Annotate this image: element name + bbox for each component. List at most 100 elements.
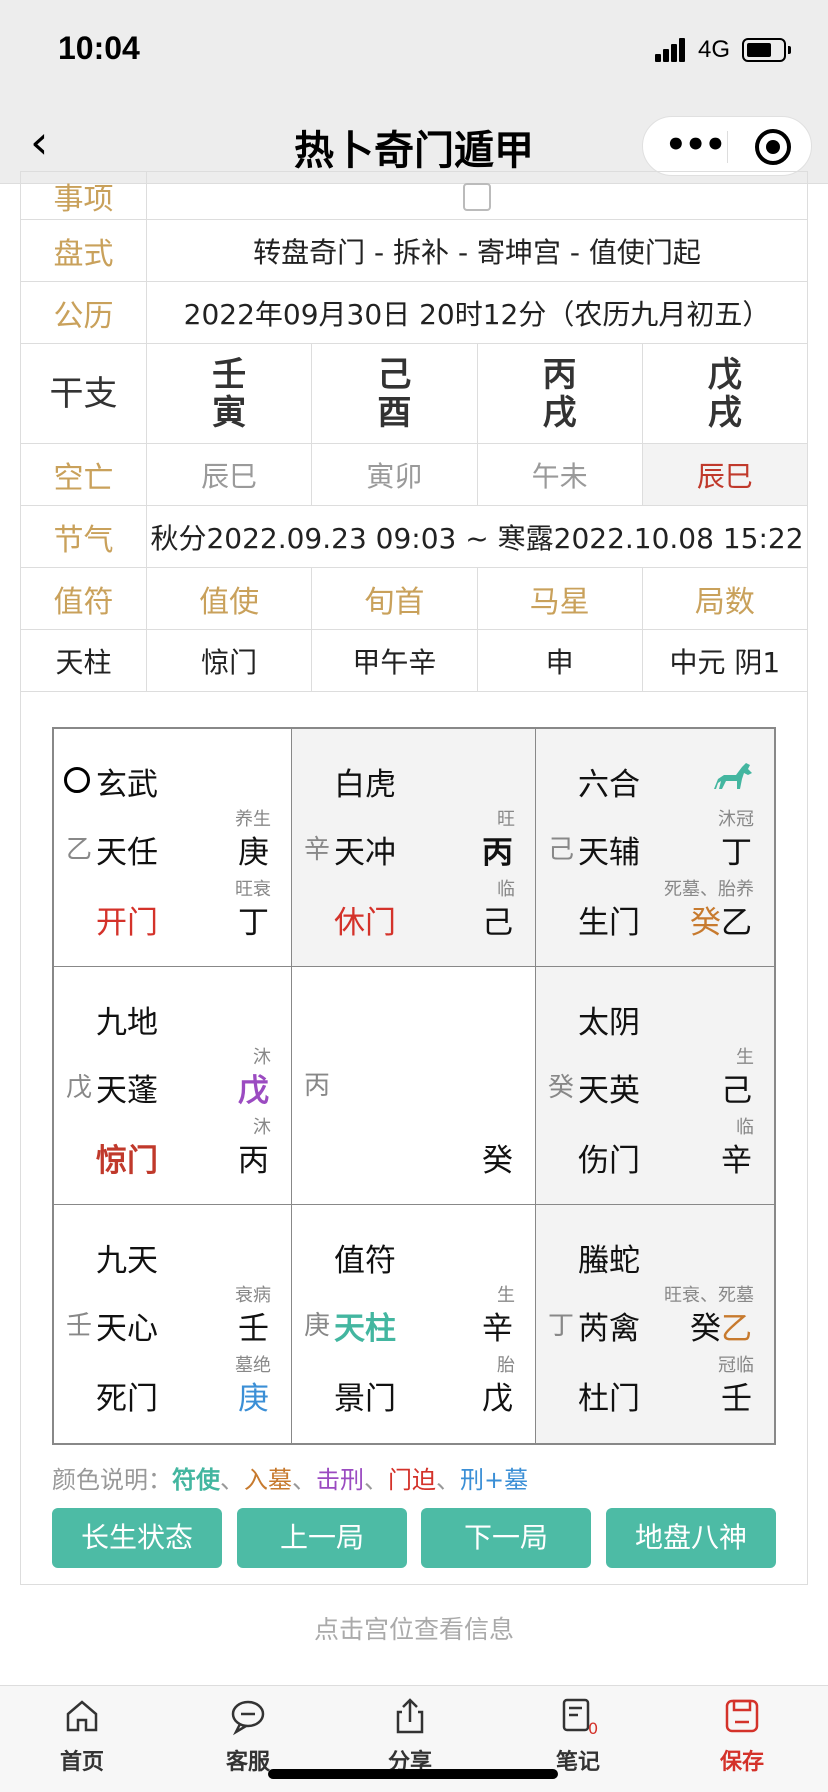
ganzhi-month: 己酉 bbox=[311, 343, 478, 444]
legend-rumu: 入墓 bbox=[244, 1466, 292, 1494]
palace-heaven-stem: 戊 bbox=[238, 1073, 269, 1109]
header-zhifu: 值符 bbox=[20, 567, 147, 630]
close-target-icon[interactable] bbox=[755, 129, 791, 165]
palace-heaven-stem: 辛 bbox=[482, 1311, 513, 1347]
signal-icon bbox=[655, 36, 693, 62]
palace-ground-stem: 戊 bbox=[482, 1381, 513, 1417]
value-jushu: 中元 阴1 bbox=[641, 629, 809, 692]
edit-icon[interactable] bbox=[463, 183, 491, 211]
kongwang-day: 午未 bbox=[476, 443, 643, 506]
palace-door: 休门 bbox=[334, 905, 396, 941]
palace-god: 六合 bbox=[578, 767, 640, 803]
palace-god: 白虎 bbox=[334, 767, 396, 803]
palace-door: 杜门 bbox=[578, 1381, 640, 1417]
tab-notes[interactable]: 0 笔记 bbox=[518, 1696, 638, 1776]
palace-heaven-stem: 丙 bbox=[482, 835, 513, 871]
value-maxing: 申 bbox=[476, 629, 643, 692]
prev-ju-button[interactable]: 上一局 bbox=[237, 1508, 407, 1568]
value-xunshou: 甲午辛 bbox=[311, 629, 478, 692]
pan-value: 转盘奇门 - 拆补 - 寄坤宫 - 值使门起 bbox=[146, 219, 808, 282]
home-indicator bbox=[268, 1769, 558, 1779]
palace-star: 天任 bbox=[96, 835, 158, 871]
palace-door: 景门 bbox=[334, 1381, 396, 1417]
battery-icon bbox=[742, 38, 791, 62]
tab-share[interactable]: 分享 bbox=[350, 1696, 470, 1776]
palace-star: 天辅 bbox=[578, 835, 640, 871]
tab-service[interactable]: 客服 bbox=[188, 1696, 308, 1776]
chat-icon bbox=[231, 1700, 265, 1736]
calendar-value: 2022年09月30日 20时12分（农历九月初五） bbox=[146, 281, 808, 344]
palace-door: 惊门 bbox=[96, 1143, 158, 1179]
palace-ground-stem: 辛 bbox=[721, 1143, 752, 1179]
palace-god: 九地 bbox=[96, 1005, 158, 1041]
pan-label: 盘式 bbox=[20, 219, 147, 282]
palace-god: 值符 bbox=[334, 1243, 396, 1279]
palace-qian[interactable]: 螣蛇 丁 芮禽 旺衰、死墓 癸乙 冠临 壬 杜门 bbox=[536, 1205, 774, 1443]
changsheng-button[interactable]: 长生状态 bbox=[52, 1508, 222, 1568]
ganzhi-label: 干支 bbox=[20, 343, 147, 444]
palace-door: 生门 bbox=[578, 905, 640, 941]
palace-earth-stem: 丁 bbox=[548, 1311, 575, 1341]
more-icon[interactable]: ••• bbox=[665, 123, 726, 167]
palace-god: 太阴 bbox=[578, 1005, 640, 1041]
palace-heaven-stem: 庚 bbox=[238, 835, 269, 871]
header-maxing: 马星 bbox=[476, 567, 643, 630]
status-bar: 10:04 4G bbox=[0, 0, 828, 100]
palace-god: 螣蛇 bbox=[578, 1243, 640, 1279]
palace-kan[interactable]: 值符 庚 天柱 生 辛 胎 戊 景门 bbox=[292, 1205, 536, 1443]
next-ju-button[interactable]: 下一局 bbox=[421, 1508, 591, 1568]
palace-dui[interactable]: 太阴 癸 天英 生 己 临 辛 伤门 bbox=[536, 967, 774, 1205]
calendar-label: 公历 bbox=[20, 281, 147, 344]
legend-prefix: 颜色说明： bbox=[52, 1466, 172, 1494]
status-time: 10:04 bbox=[58, 30, 140, 66]
kongwang-label: 空亡 bbox=[20, 443, 147, 506]
center-ground-stem: 癸 bbox=[482, 1143, 513, 1179]
palace-god: 九天 bbox=[96, 1243, 158, 1279]
palace-heaven-stem: 壬 bbox=[238, 1311, 269, 1347]
ganzhi-hour: 戊戌 bbox=[641, 343, 809, 444]
circle-icon bbox=[64, 767, 90, 793]
jieqi-value: 秋分2022.09.23 09:03 ~ 寒露2022.10.08 15:22 bbox=[146, 505, 808, 568]
palace-earth-stem: 己 bbox=[548, 835, 575, 865]
palace-earth-stem: 庚 bbox=[304, 1311, 331, 1341]
home-icon bbox=[66, 1700, 98, 1732]
legend-fushi: 符使 bbox=[172, 1466, 220, 1494]
item-edit[interactable] bbox=[146, 171, 808, 220]
palace-li[interactable]: 白虎 辛 天冲 旺 丙 临 己 休门 bbox=[292, 729, 536, 967]
tab-home[interactable]: 首页 bbox=[22, 1696, 142, 1776]
palace-grid: 玄武 乙 天任 养生 庚 旺衰 丁 开门 白虎 辛 天冲 旺 丙 临 己 休门 … bbox=[52, 727, 776, 1445]
palace-star: 天柱 bbox=[334, 1311, 396, 1347]
dipan-bashen-button[interactable]: 地盘八神 bbox=[606, 1508, 776, 1568]
palace-star: 天蓬 bbox=[96, 1073, 158, 1109]
info-table: 事项 盘式 转盘奇门 - 拆补 - 寄坤宫 - 值使门起 公历 2022年09月… bbox=[20, 171, 809, 692]
ganzhi-day: 丙戌 bbox=[476, 343, 643, 444]
action-buttons: 长生状态 上一局 下一局 地盘八神 bbox=[52, 1508, 776, 1568]
palace-earth-stem: 戊 bbox=[66, 1073, 93, 1103]
notes-icon: 0 bbox=[562, 1698, 598, 1736]
palace-earth-stem: 乙 bbox=[66, 835, 93, 865]
palace-earth-stem: 辛 bbox=[304, 835, 331, 865]
capsule-divider bbox=[727, 131, 728, 163]
palace-gen[interactable]: 九天 壬 天心 衰病 壬 墓绝 庚 死门 bbox=[54, 1205, 292, 1443]
palace-zhen[interactable]: 九地 戊 天蓬 沐 戊 沐 丙 惊门 bbox=[54, 967, 292, 1205]
ganzhi-year: 壬寅 bbox=[145, 343, 313, 444]
palace-ground-stem: 丁 bbox=[238, 905, 269, 941]
palace-star: 天英 bbox=[578, 1073, 640, 1109]
kongwang-hour: 辰巳 bbox=[641, 443, 809, 506]
kongwang-year: 辰巳 bbox=[145, 443, 313, 506]
palace-ground-stem: 庚 bbox=[238, 1381, 269, 1417]
item-label: 事项 bbox=[20, 171, 147, 220]
palace-kun[interactable]: 六合 己 天辅 沐冠 丁 死墓、胎养 癸乙 生门 bbox=[536, 729, 774, 967]
mini-program-capsule: ••• bbox=[642, 116, 812, 176]
tab-save[interactable]: 保存 bbox=[682, 1696, 802, 1776]
share-icon bbox=[396, 1698, 424, 1734]
save-icon bbox=[725, 1699, 759, 1733]
jieqi-label: 节气 bbox=[20, 505, 147, 568]
legend-jixing: 击刑 bbox=[316, 1466, 364, 1494]
palace-xun[interactable]: 玄武 乙 天任 养生 庚 旺衰 丁 开门 bbox=[54, 729, 292, 967]
palace-center[interactable]: 丙 癸 bbox=[292, 967, 536, 1205]
value-zhishi: 惊门 bbox=[145, 629, 313, 692]
palace-earth-stem: 壬 bbox=[66, 1311, 93, 1341]
palace-heaven-stem: 丁 bbox=[721, 835, 752, 871]
palace-ground-stem: 壬 bbox=[721, 1381, 752, 1417]
